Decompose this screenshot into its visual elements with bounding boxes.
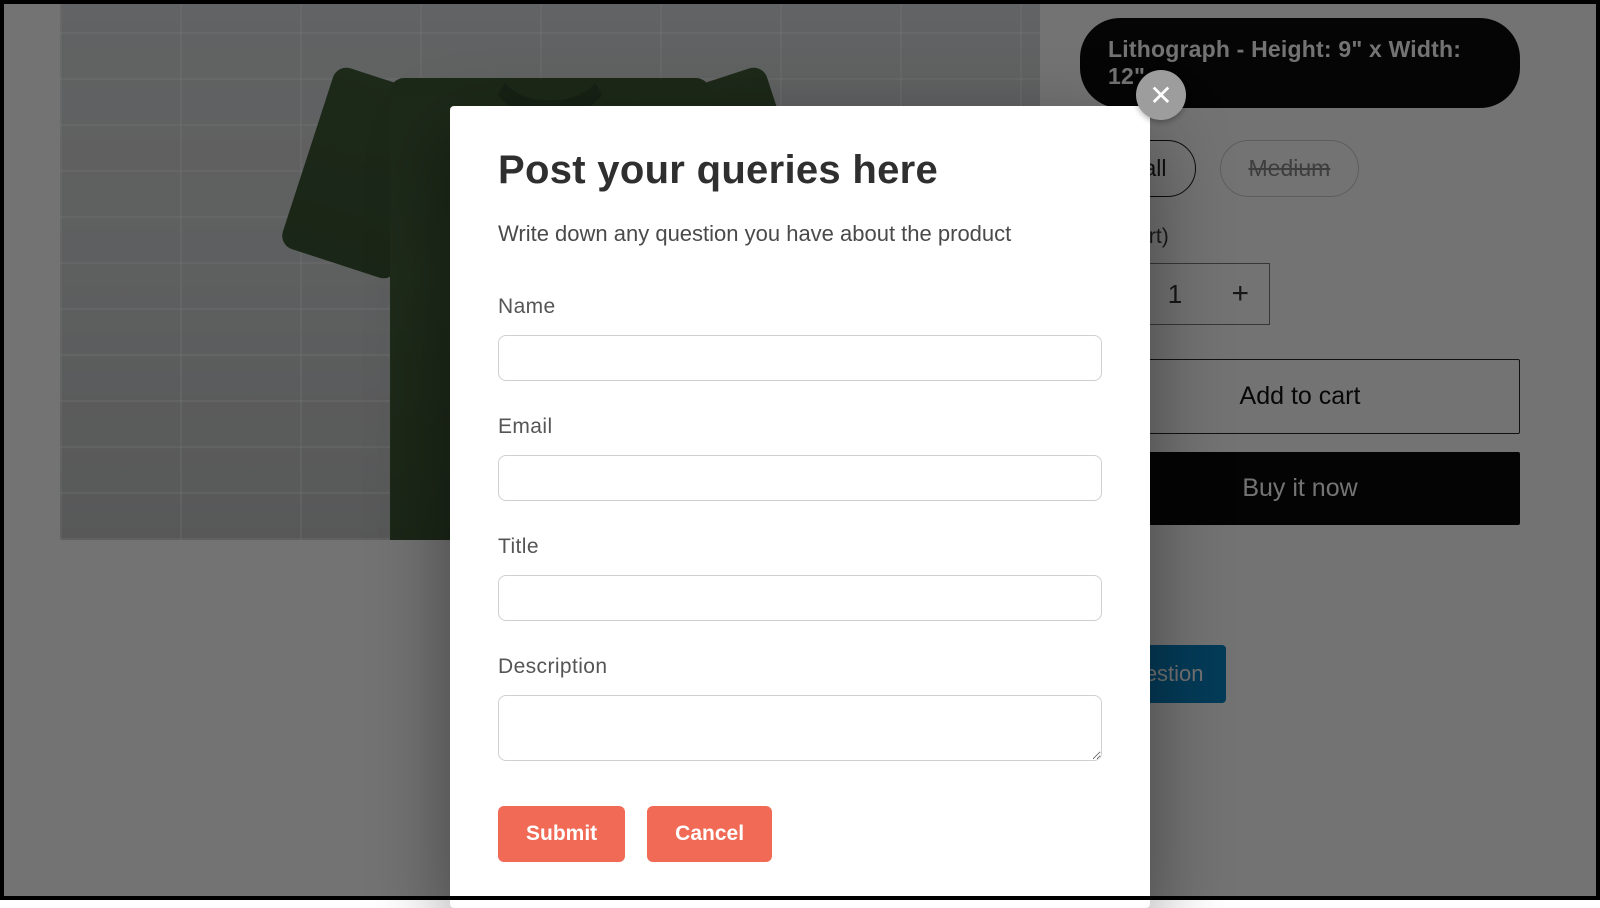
modal-actions: Submit Cancel xyxy=(498,806,1102,862)
email-label: Email xyxy=(498,415,1102,439)
title-field: Title xyxy=(498,535,1102,621)
email-input[interactable] xyxy=(498,455,1102,501)
description-label: Description xyxy=(498,655,1102,679)
close-button[interactable]: ✕ xyxy=(1136,70,1186,120)
name-label: Name xyxy=(498,295,1102,319)
close-icon: ✕ xyxy=(1149,79,1172,112)
title-label: Title xyxy=(498,535,1102,559)
modal-title: Post your queries here xyxy=(498,148,1102,193)
cancel-button[interactable]: Cancel xyxy=(647,806,772,862)
modal-subtitle: Write down any question you have about t… xyxy=(498,221,1102,247)
title-input[interactable] xyxy=(498,575,1102,621)
description-field: Description xyxy=(498,655,1102,766)
query-modal: ✕ Post your queries here Write down any … xyxy=(450,106,1150,908)
submit-button[interactable]: Submit xyxy=(498,806,625,862)
name-field: Name xyxy=(498,295,1102,381)
email-field: Email xyxy=(498,415,1102,501)
description-input[interactable] xyxy=(498,695,1102,761)
name-input[interactable] xyxy=(498,335,1102,381)
